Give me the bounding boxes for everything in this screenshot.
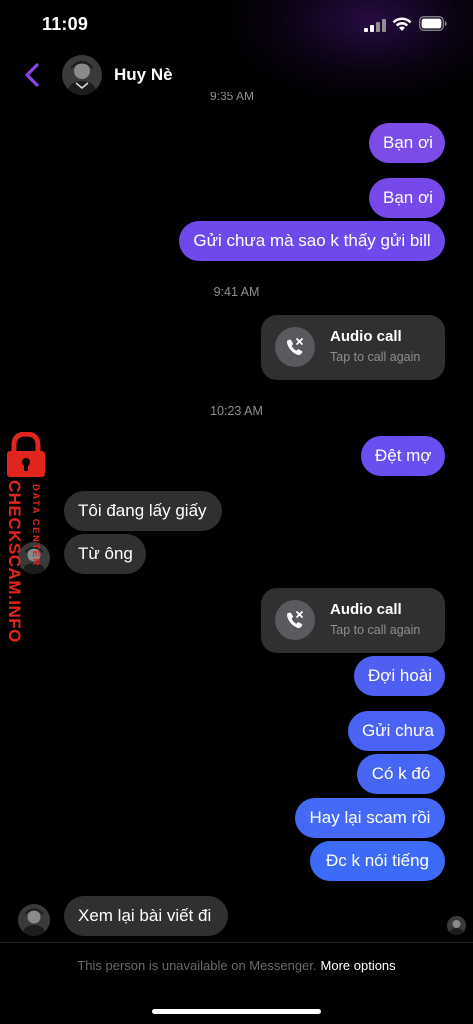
padlock-icon [7, 432, 45, 477]
outgoing-message[interactable]: Bạn ơi [369, 178, 445, 218]
call-subtitle: Tap to call again [330, 350, 421, 364]
unavailable-message: This person is unavailable on Messenger. [77, 958, 317, 973]
background-glow [230, 0, 473, 100]
contact-avatar[interactable] [62, 55, 102, 95]
timestamp: 10:23 AM [210, 404, 263, 418]
missed-call-icon [275, 600, 315, 640]
outgoing-message[interactable]: Đc k nói tiếng [310, 841, 445, 881]
missed-call-icon [275, 327, 315, 367]
more-options-link[interactable]: More options [321, 958, 396, 973]
timestamp-partial: 9:35 AM [210, 92, 255, 102]
outgoing-message[interactable]: Gửi chưa mà sao k thấy gửi bill [179, 221, 445, 261]
status-time: 11:09 [42, 14, 89, 34]
incoming-message[interactable]: Tôi đang lấy giấy [64, 491, 222, 531]
home-indicator[interactable] [152, 1009, 321, 1014]
outgoing-message[interactable]: Hay lại scam rồi [295, 798, 445, 838]
incoming-message[interactable]: Từ ông [64, 534, 146, 574]
call-title: Audio call [330, 601, 402, 618]
contact-avatar-small [18, 904, 50, 936]
incoming-message[interactable]: Xem lại bài viết đi [64, 896, 228, 936]
messenger-chat-screen: 11:09 Huy Nè 9:35 AM Bạn ơi Bạn ơi Gửi c… [0, 0, 473, 1024]
outgoing-message[interactable]: Đợi hoài [354, 656, 445, 696]
battery-icon [419, 16, 447, 31]
wifi-icon [392, 17, 412, 31]
unavailable-notice: This person is unavailable on Messenger.… [0, 958, 473, 973]
outgoing-message[interactable]: Đệt mợ [361, 436, 445, 476]
chevron-left-icon[interactable] [22, 62, 44, 88]
audio-call-card[interactable]: Audio call Tap to call again [261, 588, 445, 653]
audio-call-card[interactable]: Audio call Tap to call again [261, 315, 445, 380]
timestamp: 9:41 AM [213, 285, 260, 299]
read-receipt-avatar [447, 916, 466, 935]
call-title: Audio call [330, 328, 402, 345]
footer-divider [0, 942, 473, 943]
cellular-signal-icon [364, 19, 386, 32]
watermark-text: CHECKSCAM.INFO [5, 480, 24, 643]
watermark-subtext: DATA CENTER [30, 484, 41, 567]
outgoing-message[interactable]: Bạn ơi [369, 123, 445, 163]
call-subtitle: Tap to call again [330, 623, 421, 637]
outgoing-message[interactable]: Có k đó [357, 754, 445, 794]
contact-name[interactable]: Huy Nè [114, 65, 173, 85]
outgoing-message[interactable]: Gửi chưa [348, 711, 445, 751]
